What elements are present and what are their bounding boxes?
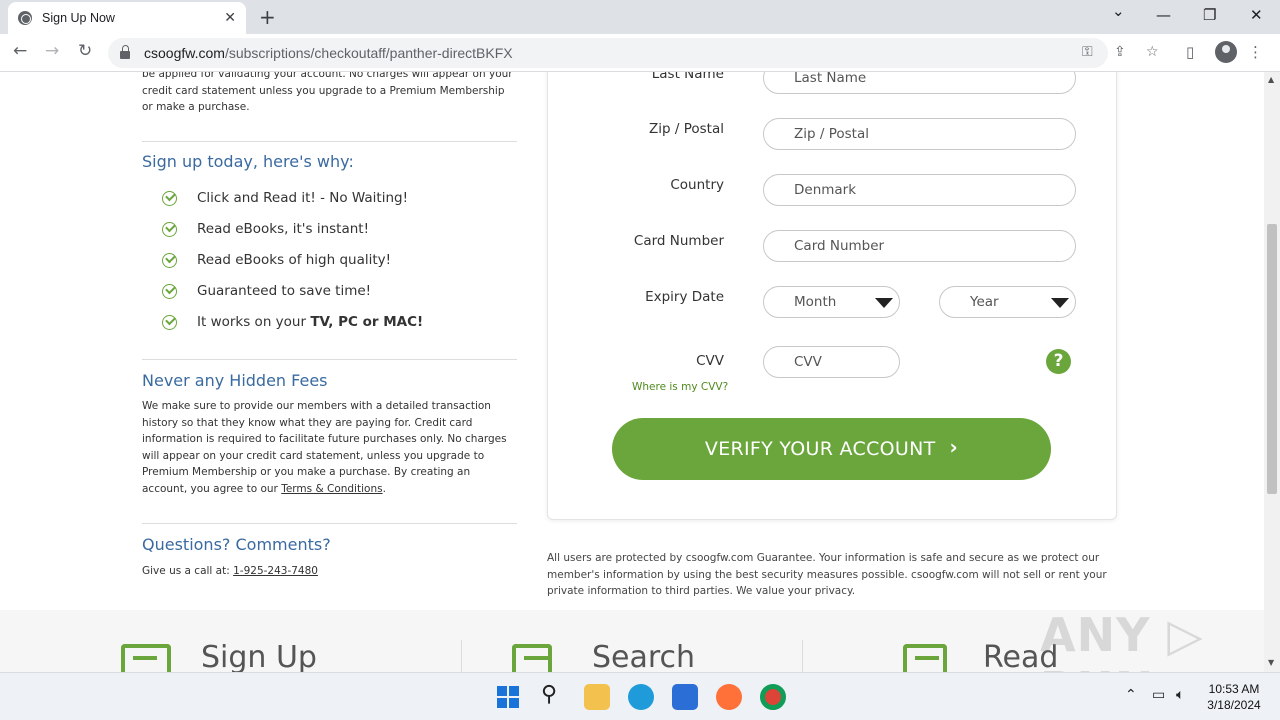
bookmark-star-icon[interactable]: ☆ — [1146, 44, 1159, 60]
caret-down-icon — [875, 298, 893, 308]
page-viewport: be applied for validating your account. … — [0, 72, 1264, 672]
divider — [142, 523, 517, 524]
year-select[interactable]: Year — [939, 286, 1076, 318]
key-icon[interactable]: ⚿ — [1082, 44, 1093, 60]
browser-tab-bar: Sign Up Now ✕ + ⌄ — ❐ ✕ — [0, 0, 1280, 34]
side-panel-icon[interactable]: ▯ — [1186, 43, 1194, 61]
last-name-label: Last Name — [651, 72, 724, 82]
tab-search-icon[interactable]: ⌄ — [1112, 2, 1125, 20]
zip-label: Zip / Postal — [649, 121, 724, 137]
file-explorer-icon[interactable] — [584, 684, 610, 710]
step-search: Search — [592, 640, 696, 672]
month-select[interactable]: Month — [763, 286, 900, 318]
terms-link[interactable]: Terms & Conditions — [281, 483, 382, 495]
chevron-up-icon[interactable]: ⌃ — [1125, 687, 1137, 703]
divider — [142, 359, 517, 360]
restore-button[interactable]: ❐ — [1203, 6, 1216, 24]
page-scrollbar[interactable]: ▲ ▼ — [1264, 72, 1280, 672]
tab-close-icon[interactable]: ✕ — [224, 10, 236, 26]
benefit-item: Guaranteed to save time! — [162, 283, 371, 299]
check-circle-icon — [162, 221, 177, 237]
scroll-down-icon[interactable]: ▼ — [1268, 658, 1274, 667]
benefit-item: Read eBooks, it's instant! — [162, 221, 369, 237]
divider — [142, 141, 517, 142]
divider — [802, 640, 803, 672]
cvv-label: CVV — [696, 353, 724, 369]
forward-arrow-icon[interactable]: → — [45, 41, 59, 61]
share-icon[interactable]: ⇪ — [1114, 44, 1126, 60]
chevron-right-icon: › — [949, 435, 959, 459]
browser-tab[interactable]: Sign Up Now ✕ — [8, 2, 246, 34]
fees-text: We make sure to provide our members with… — [142, 400, 507, 495]
network-icon[interactable]: ▭ — [1152, 687, 1165, 703]
check-circle-icon — [162, 283, 177, 299]
check-circle-icon — [162, 252, 177, 268]
benefit-item: It works on your TV, PC or MAC! — [162, 314, 423, 330]
call-text: Give us a call at: 1-925-243-7480 — [142, 565, 318, 577]
last-name-input[interactable] — [763, 72, 1076, 94]
country-label: Country — [670, 177, 724, 193]
menu-dots-icon[interactable]: ⋮ — [1248, 43, 1263, 61]
globe-icon — [18, 11, 32, 25]
search-icon[interactable]: ⚲ — [541, 682, 557, 707]
minimize-button[interactable]: — — [1156, 6, 1171, 24]
why-heading: Sign up today, here's why: — [142, 152, 354, 171]
chrome-icon[interactable] — [760, 684, 786, 710]
profile-avatar[interactable] — [1215, 41, 1237, 63]
edge-icon[interactable] — [628, 684, 654, 710]
phone-link[interactable]: 1-925-243-7480 — [233, 565, 318, 577]
system-clock[interactable]: 10:53 AM 3/18/2024 — [1200, 681, 1268, 713]
sign-up-icon — [121, 644, 171, 672]
benefit-item: Read eBooks of high quality! — [162, 252, 391, 268]
scroll-up-icon[interactable]: ▲ — [1268, 75, 1274, 84]
intro-text: be applied for validating your account. … — [142, 72, 513, 113]
windows-start-icon[interactable] — [497, 686, 519, 708]
reload-icon[interactable]: ↻ — [78, 41, 92, 61]
verify-account-button[interactable]: VERIFY YOUR ACCOUNT › — [612, 418, 1051, 480]
search-doc-icon — [512, 644, 552, 672]
volume-icon[interactable]: 🔈︎ — [1176, 687, 1184, 703]
divider — [461, 640, 462, 672]
new-tab-button[interactable]: + — [259, 5, 276, 29]
lock-icon[interactable] — [120, 45, 130, 59]
question-help-icon[interactable]: ? — [1046, 349, 1071, 374]
browser-toolbar: ← → ↻ csoogfw.com/subscriptions/checkout… — [0, 34, 1280, 72]
read-doc-icon — [903, 644, 947, 672]
questions-heading: Questions? Comments? — [142, 535, 331, 554]
cvv-input[interactable] — [763, 346, 900, 378]
zip-input[interactable] — [763, 118, 1076, 150]
caret-down-icon — [1051, 298, 1069, 308]
step-sign-up: Sign Up — [201, 640, 317, 672]
back-arrow-icon[interactable]: ← — [13, 41, 27, 61]
where-is-cvv-link[interactable]: Where is my CVV? — [632, 381, 728, 393]
country-select[interactable]: Denmark — [763, 174, 1076, 206]
close-window-button[interactable]: ✕ — [1250, 6, 1263, 24]
card-number-label: Card Number — [633, 233, 724, 249]
address-bar[interactable]: csoogfw.com/subscriptions/checkoutaff/pa… — [108, 38, 1159, 68]
scroll-thumb[interactable] — [1267, 224, 1277, 494]
hidden-fees-heading: Never any Hidden Fees — [142, 371, 328, 390]
tab-title: Sign Up Now — [42, 11, 115, 25]
store-icon[interactable] — [672, 684, 698, 710]
guarantee-text: All users are protected by csoogfw.com G… — [547, 552, 1107, 597]
check-circle-icon — [162, 190, 177, 206]
expiry-label: Expiry Date — [645, 289, 724, 305]
url-text: csoogfw.com/subscriptions/checkoutaff/pa… — [144, 45, 513, 61]
firefox-icon[interactable] — [716, 684, 742, 710]
windows-taskbar: ⚲ ⌃ ▭ 🔈︎ 10:53 AM 3/18/2024 — [0, 672, 1280, 720]
card-number-input[interactable] — [763, 230, 1076, 262]
benefit-item: Click and Read it! - No Waiting! — [162, 190, 408, 206]
check-circle-icon — [162, 314, 177, 330]
